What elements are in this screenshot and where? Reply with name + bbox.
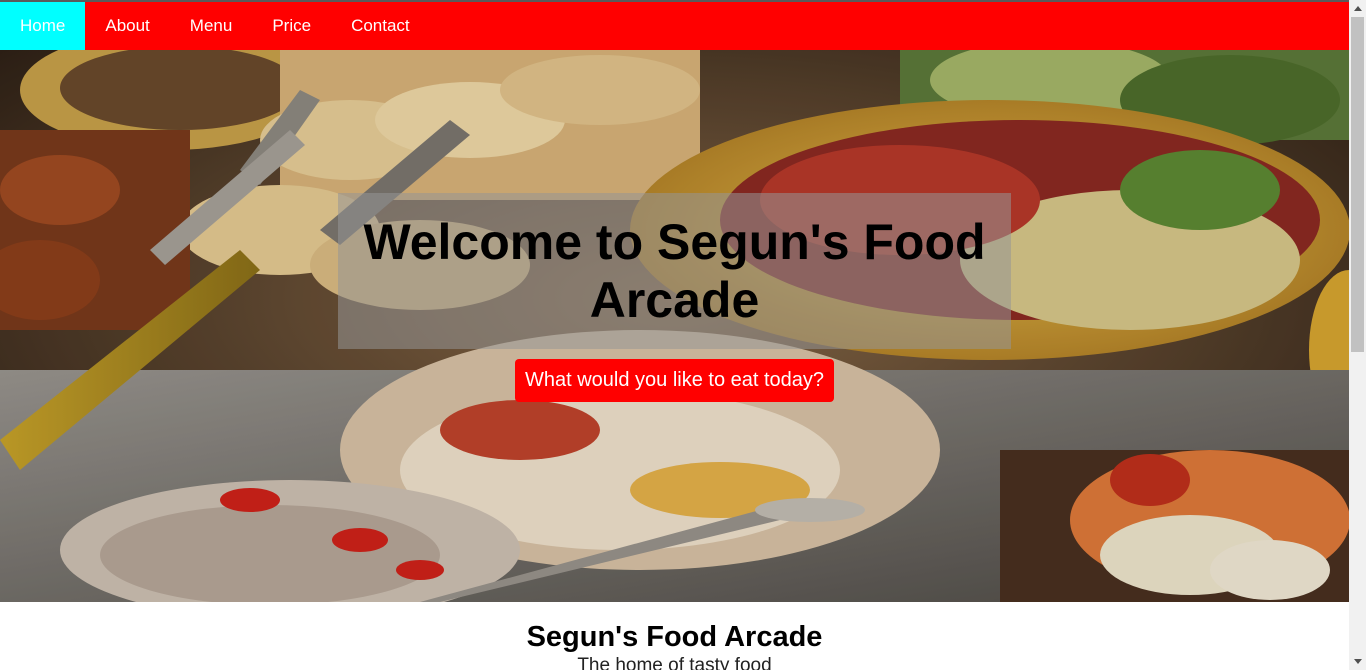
scrollbar-thumb[interactable] [1351, 17, 1364, 352]
nav-price-link[interactable]: Price [252, 2, 331, 50]
page-scrollbar[interactable] [1349, 0, 1366, 670]
hero-title-box: Welcome to Segun's Food Arcade [338, 193, 1011, 349]
nav-home-link[interactable]: Home [0, 2, 86, 50]
intro-section: Segun's Food Arcade The home of tasty fo… [0, 602, 1349, 670]
eat-today-button[interactable]: What would you like to eat today? [515, 359, 834, 402]
scroll-up-arrow-icon[interactable] [1349, 0, 1366, 17]
nav-menu-link[interactable]: Menu [170, 2, 253, 50]
intro-heading: Segun's Food Arcade [526, 621, 823, 653]
scroll-down-arrow-icon[interactable] [1349, 653, 1366, 670]
page: Home About Menu Price Contact Welcome to… [0, 0, 1349, 670]
hero-section: Welcome to Segun's Food Arcade What woul… [0, 50, 1349, 602]
intro-tagline: The home of tasty food [577, 655, 772, 670]
hero-title: Welcome to Segun's Food Arcade [363, 214, 986, 328]
top-nav: Home About Menu Price Contact [0, 2, 1349, 50]
nav-contact-link[interactable]: Contact [331, 2, 430, 50]
nav-about-link[interactable]: About [85, 2, 169, 50]
